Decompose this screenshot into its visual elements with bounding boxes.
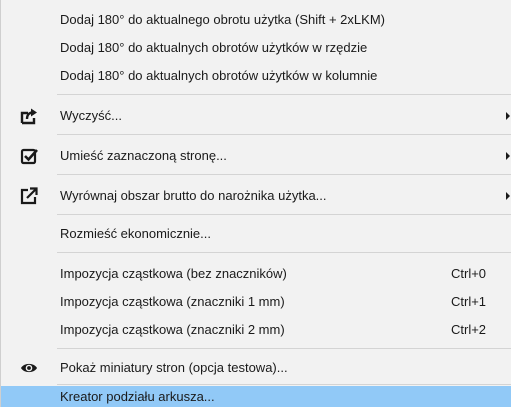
menu-separator bbox=[57, 174, 511, 175]
menu-item-label: Dodaj 180° do aktualnych obrotów użytków… bbox=[60, 68, 378, 83]
menu-separator bbox=[57, 348, 511, 349]
menu-item-add-180-current[interactable]: Dodaj 180° do aktualnego obrotu użytka (… bbox=[1, 6, 511, 34]
menu-item-place-selected-page[interactable]: Umieść zaznaczoną stronę... bbox=[1, 142, 511, 170]
menu-item-label: Dodaj 180° do aktualnych obrotów użytków… bbox=[60, 40, 368, 55]
menu-separator bbox=[57, 134, 511, 135]
menu-item-label: Pokaż miniatury stron (opcja testowa)... bbox=[60, 360, 288, 375]
menu-item-label: Dodaj 180° do aktualnego obrotu użytka (… bbox=[60, 12, 385, 27]
menu-item-align-bleed[interactable]: Wyrównaj obszar brutto do narożnika użyt… bbox=[1, 182, 511, 210]
menu-item-add-180-column[interactable]: Dodaj 180° do aktualnych obrotów użytków… bbox=[1, 62, 511, 90]
menu-item-label: Umieść zaznaczoną stronę... bbox=[60, 148, 227, 163]
menu-item-sheet-split-wizard[interactable]: Kreator podziału arkusza... bbox=[1, 386, 511, 407]
menu-item-imposition-no-marks[interactable]: Impozycja cząstkowa (bez znaczników) Ctr… bbox=[1, 260, 511, 288]
menu-separator bbox=[57, 252, 511, 253]
menu-separator bbox=[57, 384, 511, 385]
menu-item-imposition-1mm[interactable]: Impozycja cząstkowa (znaczniki 1 mm) Ctr… bbox=[1, 288, 511, 316]
menu-item-shortcut: Ctrl+0 bbox=[451, 266, 487, 281]
menu-item-shortcut: Ctrl+1 bbox=[451, 294, 487, 309]
menu-item-show-thumbnails[interactable]: Pokaż miniatury stron (opcja testowa)... bbox=[1, 354, 511, 382]
submenu-arrow-icon bbox=[506, 192, 510, 200]
menu-separator bbox=[57, 94, 511, 95]
menu-item-label: Wyrównaj obszar brutto do narożnika użyt… bbox=[60, 188, 327, 203]
menu-item-label: Wyczyść... bbox=[60, 108, 122, 123]
checkbox-check-icon bbox=[20, 147, 38, 165]
menu-item-label: Impozycja cząstkowa (znaczniki 2 mm) bbox=[60, 322, 285, 337]
menu-item-imposition-2mm[interactable]: Impozycja cząstkowa (znaczniki 2 mm) Ctr… bbox=[1, 316, 511, 344]
menu-item-shortcut: Ctrl+2 bbox=[451, 322, 487, 337]
submenu-arrow-icon bbox=[506, 112, 510, 120]
menu-item-arrange-economically[interactable]: Rozmieść ekonomicznie... bbox=[1, 220, 511, 248]
menu-item-label: Impozycja cząstkowa (znaczniki 1 mm) bbox=[60, 294, 285, 309]
menu-item-add-180-row[interactable]: Dodaj 180° do aktualnych obrotów użytków… bbox=[1, 34, 511, 62]
external-link-icon bbox=[20, 187, 38, 205]
menu-item-label: Kreator podziału arkusza... bbox=[60, 389, 215, 404]
menu-separator bbox=[57, 214, 511, 215]
arrow-share-icon bbox=[20, 107, 38, 125]
menu-item-label: Rozmieść ekonomicznie... bbox=[60, 226, 211, 241]
menu-item-clear[interactable]: Wyczyść... bbox=[1, 102, 511, 130]
context-menu: Dodaj 180° do aktualnego obrotu użytka (… bbox=[0, 0, 511, 407]
menu-item-label: Impozycja cząstkowa (bez znaczników) bbox=[60, 266, 287, 281]
eye-icon bbox=[20, 359, 38, 377]
submenu-arrow-icon bbox=[506, 152, 510, 160]
